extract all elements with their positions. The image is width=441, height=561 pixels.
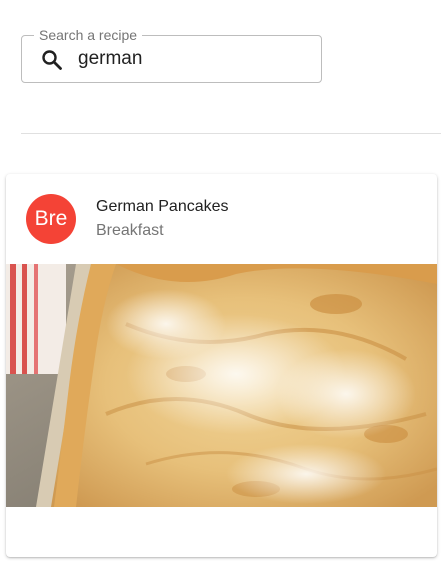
avatar: Bre: [26, 194, 76, 244]
search-input[interactable]: [78, 46, 308, 72]
recipe-image: [6, 264, 437, 507]
recipe-search-page: Search a recipe Bre German Pancakes Brea…: [0, 0, 441, 561]
search-field[interactable]: Search a recipe: [21, 27, 322, 83]
recipe-category: Breakfast: [96, 222, 164, 239]
divider: [21, 133, 441, 134]
search-label: Search a recipe: [34, 27, 143, 43]
recipe-title: German Pancakes: [96, 198, 229, 215]
recipe-card[interactable]: Bre German Pancakes Breakfast: [6, 174, 437, 557]
search-icon: [40, 48, 64, 72]
